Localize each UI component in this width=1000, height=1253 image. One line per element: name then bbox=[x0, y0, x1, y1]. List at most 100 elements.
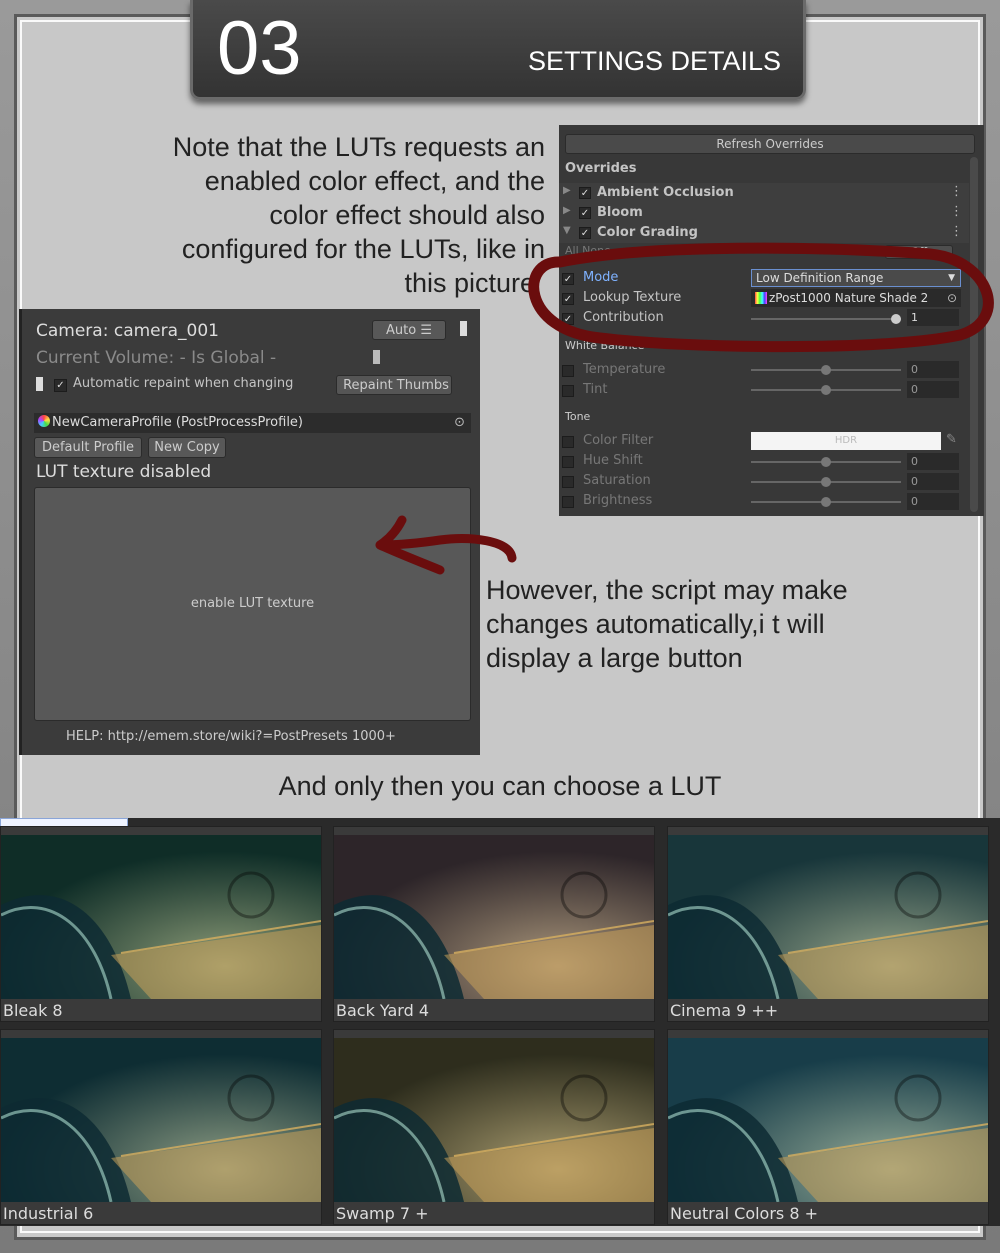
effect-bloom[interactable]: ▶ ✓ Bloom ⋮ bbox=[559, 203, 969, 223]
lut-preview-image bbox=[334, 835, 654, 999]
repaint-thumbs-button[interactable]: Repaint Thumbs bbox=[336, 375, 452, 395]
scroll-handle[interactable] bbox=[460, 321, 467, 336]
slider-knob[interactable] bbox=[821, 385, 831, 395]
saturation-value[interactable]: 0 bbox=[907, 473, 959, 490]
slider-knob[interactable] bbox=[821, 497, 831, 507]
eyedropper-icon[interactable]: ✎ bbox=[946, 432, 957, 447]
section-header: 03 SETTINGS DETAILS bbox=[190, 0, 806, 100]
ao-checkbox[interactable]: ✓ bbox=[579, 187, 591, 199]
lut-preview-image bbox=[334, 1038, 654, 1202]
enable-lut-button[interactable]: enable LUT texture bbox=[34, 487, 471, 721]
lut-thumbnail[interactable]: Cinema 9 ++ bbox=[667, 826, 989, 1022]
default-profile-button[interactable]: Default Profile bbox=[34, 437, 142, 458]
lut-disabled-label: LUT texture disabled bbox=[36, 462, 212, 482]
white-balance-header: White Balance bbox=[565, 339, 645, 352]
scrollbar[interactable] bbox=[970, 157, 978, 512]
temperature-checkbox[interactable] bbox=[562, 365, 574, 377]
color-grading-checkbox[interactable]: ✓ bbox=[579, 227, 591, 239]
contribution-label: Contribution bbox=[583, 310, 664, 325]
lut-name: Neutral Colors 8 + bbox=[670, 1204, 819, 1223]
temperature-value[interactable]: 0 bbox=[907, 361, 959, 378]
menu-icon: ☰ bbox=[420, 323, 432, 338]
mode-label: Mode bbox=[583, 270, 619, 285]
tint-checkbox[interactable] bbox=[562, 385, 574, 397]
brightness-value[interactable]: 0 bbox=[907, 493, 959, 510]
effect-label: Ambient Occlusion bbox=[597, 185, 734, 200]
effect-label: Bloom bbox=[597, 205, 643, 220]
profile-field[interactable]: NewCameraProfile (PostProcessProfile) ⊙ bbox=[34, 413, 471, 433]
lut-preview-image bbox=[668, 1038, 988, 1202]
effect-color-grading[interactable]: ▼ ✓ Color Grading ⋮ bbox=[559, 223, 969, 243]
auto-button[interactable]: Auto ☰ bbox=[372, 320, 446, 340]
volume-handle[interactable] bbox=[373, 350, 380, 364]
lut-thumbnail[interactable]: Back Yard 4 bbox=[333, 826, 655, 1022]
chevron-down-icon: ▼ bbox=[948, 273, 955, 283]
lut-preview-image bbox=[1, 1038, 321, 1202]
all-none-toggle[interactable]: All None bbox=[565, 244, 611, 257]
current-volume-label: Current Volume: - Is Global - bbox=[36, 348, 277, 368]
brightness-checkbox[interactable] bbox=[562, 496, 574, 508]
slider-knob[interactable] bbox=[821, 365, 831, 375]
tint-value[interactable]: 0 bbox=[907, 381, 959, 398]
camera-label: Camera: camera_001 bbox=[36, 321, 219, 341]
saturation-checkbox[interactable] bbox=[562, 476, 574, 488]
color-filter-label: Color Filter bbox=[583, 433, 654, 448]
note-bottom: And only then you can choose a LUT bbox=[278, 771, 722, 801]
small-handle[interactable] bbox=[36, 377, 43, 391]
auto-repaint-label: Automatic repaint when changing bbox=[73, 376, 294, 391]
temperature-label: Temperature bbox=[583, 362, 666, 377]
effect-label: Color Grading bbox=[597, 225, 698, 240]
hue-shift-value[interactable]: 0 bbox=[907, 453, 959, 470]
help-link[interactable]: HELP: http://emem.store/wiki?=PostPreset… bbox=[66, 729, 396, 744]
section-number: 03 bbox=[217, 6, 302, 91]
more-icon[interactable]: ⋮ bbox=[950, 184, 963, 199]
object-picker-icon[interactable]: ⊙ bbox=[947, 289, 957, 307]
texture-icon bbox=[755, 292, 767, 304]
overrides-panel: Refresh Overrides Overrides ▶ ✓ Ambient … bbox=[559, 125, 984, 516]
lut-name: Cinema 9 ++ bbox=[670, 1001, 779, 1020]
lut-thumbnail[interactable]: Neutral Colors 8 + bbox=[667, 1029, 989, 1225]
saturation-label: Saturation bbox=[583, 473, 651, 488]
auto-repaint-checkbox[interactable]: ✓ bbox=[54, 379, 67, 392]
new-copy-button[interactable]: New Copy bbox=[148, 437, 226, 458]
object-picker-icon[interactable]: ⊙ bbox=[454, 413, 465, 433]
lookup-texture-checkbox[interactable]: ✓ bbox=[562, 293, 574, 305]
profile-icon bbox=[38, 415, 50, 427]
lut-thumbnail[interactable]: Industrial 6 bbox=[0, 1029, 322, 1225]
mode-dropdown[interactable]: Low Definition Range ▼ bbox=[751, 269, 961, 287]
color-filter-swatch[interactable]: HDR bbox=[751, 432, 941, 450]
lut-thumbnail[interactable]: Bleak 8 bbox=[0, 826, 322, 1022]
overrides-title: Overrides bbox=[565, 161, 637, 176]
contribution-value[interactable]: 1 bbox=[907, 309, 959, 326]
note-middle: However, the script may make changes aut… bbox=[486, 575, 848, 673]
more-icon[interactable]: ⋮ bbox=[950, 224, 963, 239]
slider-knob[interactable] bbox=[891, 314, 901, 324]
effect-ambient-occlusion[interactable]: ▶ ✓ Ambient Occlusion ⋮ bbox=[559, 183, 969, 203]
lut-preview-image bbox=[668, 835, 988, 999]
note-top: Note that the LUTs requests an enabled c… bbox=[172, 132, 545, 298]
slider-knob[interactable] bbox=[821, 477, 831, 487]
slider-knob[interactable] bbox=[821, 457, 831, 467]
hue-shift-checkbox[interactable] bbox=[562, 456, 574, 468]
lut-name: Industrial 6 bbox=[3, 1204, 94, 1223]
lookup-texture-field[interactable]: zPost1000 Nature Shade 2 ⊙ bbox=[751, 289, 961, 307]
off-button[interactable]: Off bbox=[885, 245, 953, 259]
hue-shift-label: Hue Shift bbox=[583, 453, 643, 468]
lut-name: Swamp 7 + bbox=[336, 1204, 429, 1223]
mode-checkbox[interactable]: ✓ bbox=[562, 273, 574, 285]
lookup-texture-label: Lookup Texture bbox=[583, 290, 682, 305]
tone-header: Tone bbox=[565, 410, 591, 423]
lut-preview-image bbox=[1, 835, 321, 999]
section-title: SETTINGS DETAILS bbox=[527, 46, 781, 76]
refresh-overrides-button[interactable]: Refresh Overrides bbox=[565, 134, 975, 154]
bloom-checkbox[interactable]: ✓ bbox=[579, 207, 591, 219]
color-filter-checkbox[interactable] bbox=[562, 436, 574, 448]
lut-name: Back Yard 4 bbox=[336, 1001, 430, 1020]
contribution-slider[interactable] bbox=[751, 318, 901, 320]
enable-lut-label: enable LUT texture bbox=[190, 596, 315, 611]
contribution-checkbox[interactable]: ✓ bbox=[562, 313, 574, 325]
lut-name: Bleak 8 bbox=[3, 1001, 63, 1020]
lut-thumbnail[interactable]: Swamp 7 + bbox=[333, 1029, 655, 1225]
more-icon[interactable]: ⋮ bbox=[950, 204, 963, 219]
camera-panel: Camera: camera_001 Auto ☰ Current Volume… bbox=[19, 309, 480, 755]
